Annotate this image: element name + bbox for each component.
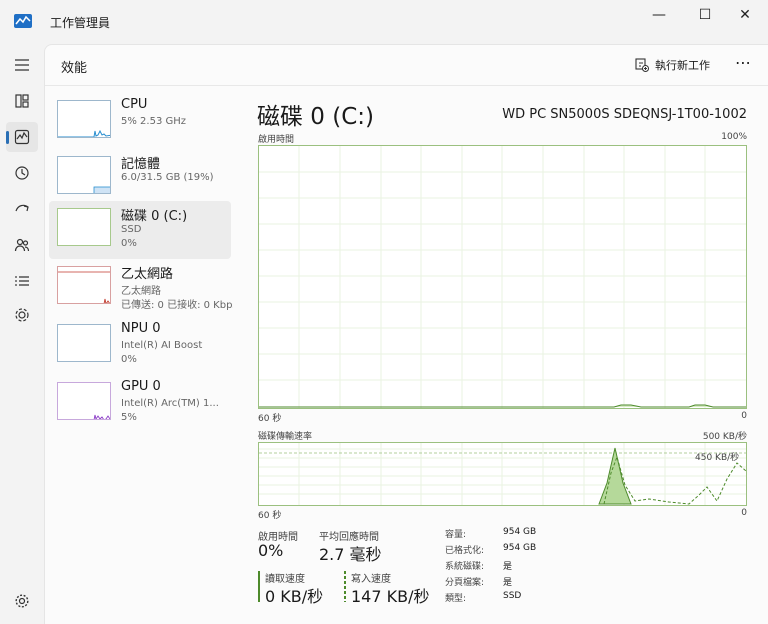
avg-response-stat-value: 2.7 毫秒 [319, 545, 382, 564]
page-title: 效能 [61, 61, 88, 76]
main-panel: 效能 執行新工作 ⋯ CPU 5% 2.53 GHz 記憶體 6.0/31.5 … [44, 44, 768, 624]
transfer-rate-graph: 450 KB/秒 [258, 442, 747, 506]
nav-services[interactable] [6, 300, 38, 330]
cpu-thumbnail-graph [57, 100, 111, 138]
resource-usage: 5% [121, 412, 137, 423]
disk-model: WD PC SN5000S SDEQNSJ-1T00-1002 [502, 107, 747, 122]
transfer-rate-chart-label: 磁碟傳輸速率 [258, 432, 313, 442]
write-speed-indicator [344, 571, 346, 602]
read-speed-value: 0 KB/秒 [265, 587, 324, 606]
nav-startup-apps[interactable] [6, 194, 38, 224]
transfer-rate-scale-label: 450 KB/秒 [695, 453, 740, 463]
transfer-rate-chart-time-right: 0 [741, 508, 747, 518]
resource-item-cpu[interactable]: CPU 5% 2.53 GHz [49, 97, 231, 155]
resource-detail: Intel(R) Arc(TM) 1... [121, 398, 219, 409]
resource-name: 乙太網路 [121, 267, 174, 282]
active-time-graph [258, 145, 747, 409]
npu-thumbnail-graph [57, 324, 111, 362]
resource-name: 記憶體 [121, 157, 161, 172]
hamburger-menu-button[interactable] [6, 50, 38, 80]
details-icon [15, 276, 29, 286]
disk-thumbnail-graph [57, 208, 111, 246]
title-bar: 工作管理員 — ☐ ✕ [0, 0, 768, 44]
app-history-icon [15, 166, 29, 180]
transfer-rate-chart-time-left: 60 秒 [258, 511, 282, 521]
property-key: 系統磁碟: [445, 562, 485, 572]
ethernet-thumbnail-graph [57, 266, 111, 304]
resource-item-npu[interactable]: NPU 0 Intel(R) AI Boost 0% [49, 317, 231, 375]
property-value: 是 [503, 578, 513, 588]
task-manager-icon [14, 14, 32, 28]
nav-performance[interactable] [6, 122, 38, 152]
resource-throughput: 已傳送: 0 已接收: 0 Kbps [121, 300, 233, 311]
nav-processes[interactable] [6, 86, 38, 116]
property-value: 954 GB [503, 527, 537, 537]
resource-name: 磁碟 0 (C:) [121, 209, 188, 224]
transfer-rate-gridlines [259, 443, 747, 505]
navigation-rail [0, 44, 44, 624]
close-button[interactable]: ✕ [722, 0, 768, 30]
performance-icon [14, 129, 30, 145]
resource-detail: 5% 2.53 GHz [121, 116, 187, 127]
nav-settings[interactable] [6, 586, 38, 616]
run-task-icon [635, 58, 649, 72]
active-time-chart-max: 100% [721, 132, 747, 142]
resource-name: CPU [121, 97, 148, 112]
users-icon [14, 238, 30, 252]
resource-item-gpu[interactable]: GPU 0 Intel(R) Arc(TM) 1... 5% [49, 375, 231, 433]
run-new-task-button[interactable]: 執行新工作 [635, 57, 710, 73]
read-speed-indicator [258, 571, 260, 602]
header-divider [45, 85, 768, 86]
memory-thumbnail-graph [57, 156, 111, 194]
resource-usage: 0% [121, 354, 137, 365]
resource-detail: 6.0/31.5 GB (19%) [121, 172, 214, 183]
active-time-stat-value: 0% [258, 541, 284, 560]
nav-app-history[interactable] [6, 158, 38, 188]
gpu-thumbnail-graph [57, 382, 111, 420]
active-time-chart-time-left: 60 秒 [258, 414, 282, 424]
resource-name: NPU 0 [121, 321, 161, 336]
property-key: 容量: [445, 530, 467, 540]
resource-usage: 0% [121, 238, 137, 249]
resource-name: GPU 0 [121, 379, 161, 394]
active-time-chart-time-right: 0 [741, 411, 747, 421]
services-icon [15, 308, 29, 322]
write-speed-value: 147 KB/秒 [351, 587, 430, 606]
resource-item-disk-0[interactable]: 磁碟 0 (C:) SSD 0% [49, 201, 231, 259]
property-value: 954 GB [503, 543, 537, 553]
active-time-chart-label: 啟用時間 [258, 135, 295, 145]
processes-icon [15, 94, 29, 108]
minimize-button[interactable]: — [636, 0, 682, 30]
startup-apps-icon [15, 204, 29, 212]
window-title: 工作管理員 [50, 16, 111, 30]
menu-icon [15, 59, 29, 71]
settings-gear-icon [15, 594, 29, 608]
nav-details[interactable] [6, 266, 38, 296]
resource-detail: 乙太網路 [121, 286, 161, 297]
property-key: 已格式化: [445, 546, 485, 556]
resource-detail: SSD [121, 224, 142, 235]
nav-users[interactable] [6, 230, 38, 260]
resource-detail: Intel(R) AI Boost [121, 340, 203, 351]
active-time-gridlines [259, 146, 746, 408]
property-value: 是 [503, 562, 513, 572]
property-key: 分頁檔案: [445, 578, 485, 588]
property-value: SSD [503, 591, 522, 601]
transfer-rate-chart-max: 500 KB/秒 [702, 432, 747, 442]
property-key: 類型: [445, 594, 467, 604]
run-new-task-label: 執行新工作 [655, 59, 710, 72]
resource-item-ethernet[interactable]: 乙太網路 乙太網路 已傳送: 0 已接收: 0 Kbps [49, 259, 233, 317]
more-options-button[interactable]: ⋯ [735, 53, 752, 72]
